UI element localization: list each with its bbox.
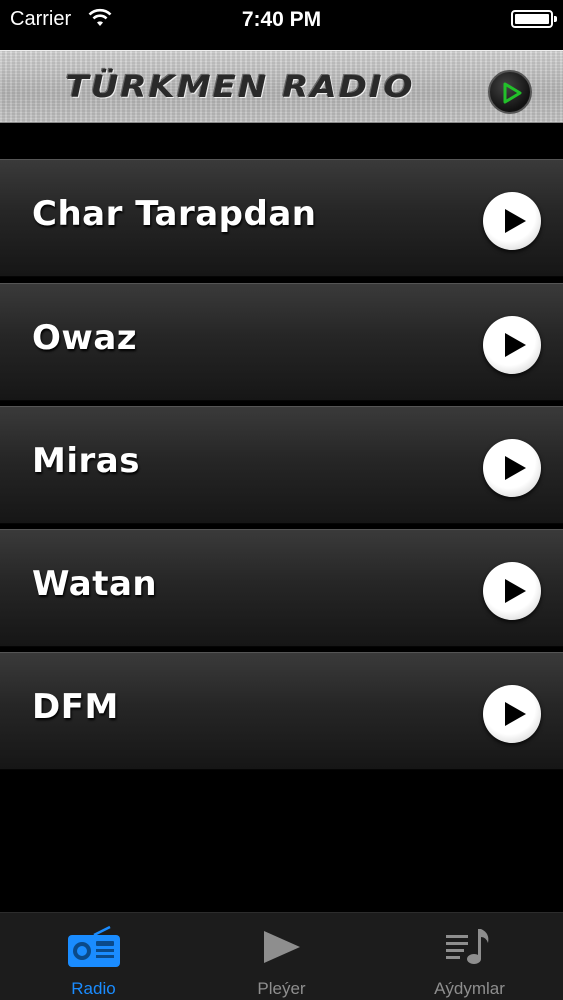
station-name: Watan [32,564,158,604]
tab-radio[interactable]: Radio [0,913,187,1000]
tab-label: Aýdymlar [434,979,505,998]
play-icon [254,925,310,969]
tab-label: Radio [71,979,116,998]
tab-player[interactable]: Pleýer [188,913,375,1000]
play-button[interactable] [483,316,541,374]
station-row-miras[interactable]: Miras [0,406,563,524]
status-time: 7:40 PM [241,8,322,31]
station-row-watan[interactable]: Watan [0,529,563,647]
radio-icon [66,925,122,969]
station-row-dfm[interactable]: DFM [0,652,563,770]
header-banner: TÜRKMEN RADIO [0,50,563,123]
station-name: Char Tarapdan [32,194,317,234]
station-row-char-tarapdan[interactable]: Char Tarapdan [0,159,563,277]
app-screen: Carrier 7:40 PM TÜRKMEN RADIO Char Tarap… [0,0,563,1000]
station-name: Owaz [32,318,138,358]
play-button[interactable] [483,685,541,743]
play-button[interactable] [483,192,541,250]
status-bar: Carrier 7:40 PM [0,0,563,40]
battery-icon [511,10,557,28]
music-list-icon [442,925,498,969]
tab-label: Pleýer [257,979,306,998]
header-play-button[interactable] [488,70,532,114]
app-title: TÜRKMEN RADIO [65,69,415,105]
station-row-owaz[interactable]: Owaz [0,283,563,401]
play-button[interactable] [483,439,541,497]
play-button[interactable] [483,562,541,620]
tab-songs[interactable]: Aýdymlar [376,913,563,1000]
tab-bar: Radio Pleýer Aýdymlar [0,912,563,1000]
station-name: Miras [32,441,140,481]
station-name: DFM [32,687,119,727]
